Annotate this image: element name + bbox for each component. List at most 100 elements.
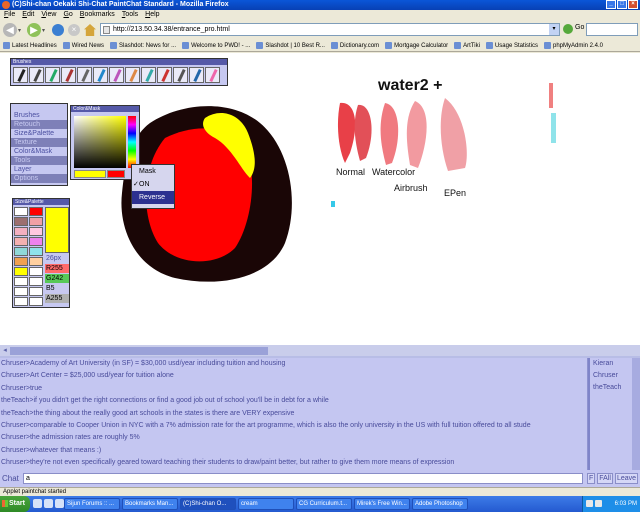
url-bar[interactable]: http://213.50.34.38/entrance_pro.html ▾: [100, 23, 560, 36]
leave-button[interactable]: Leave: [614, 473, 639, 484]
go-button[interactable]: Go: [575, 24, 584, 31]
current-color-swatch[interactable]: [74, 170, 106, 178]
brush-tool-icon[interactable]: [93, 67, 108, 83]
palette-swatch[interactable]: [14, 247, 28, 256]
panel-menu-options[interactable]: Options: [11, 174, 67, 183]
taskbar-item[interactable]: Sijun Forums :: ...: [64, 498, 120, 510]
context-mask[interactable]: Mask: [132, 165, 174, 178]
user-list-scrollbar[interactable]: [632, 358, 640, 470]
green-channel-slider[interactable]: G242: [45, 274, 69, 283]
palette-swatch[interactable]: [29, 277, 43, 286]
start-button[interactable]: Start: [0, 496, 30, 512]
menu-file[interactable]: File: [4, 10, 15, 20]
taskbar-item[interactable]: CG Curriculum.t...: [296, 498, 352, 510]
bookmark-item[interactable]: Slashdot | 10 Best R...: [256, 40, 325, 51]
palette-swatch[interactable]: [14, 227, 28, 236]
scrollbar-thumb[interactable]: [10, 347, 268, 355]
brush-tool-icon[interactable]: [61, 67, 76, 83]
panel-menu-color-mask[interactable]: Color&Mask: [11, 147, 67, 156]
color-picker-square[interactable]: [74, 116, 126, 168]
red-channel-slider[interactable]: R255: [45, 264, 69, 273]
bookmark-item[interactable]: Wired News: [62, 40, 104, 51]
tray-volume-icon[interactable]: [595, 500, 602, 507]
chat-input[interactable]: a: [23, 473, 583, 484]
panel-menu-tools[interactable]: Tools: [11, 156, 67, 165]
f-button[interactable]: F: [587, 473, 596, 484]
media-launch-icon[interactable]: [55, 499, 64, 508]
palette-swatch[interactable]: [14, 217, 28, 226]
bookmark-item[interactable]: Mortgage Calculator: [385, 40, 448, 51]
url-dropdown-icon[interactable]: ▾: [549, 24, 559, 35]
menu-edit[interactable]: Edit: [22, 10, 34, 20]
palette-swatch[interactable]: [29, 257, 43, 266]
panel-menu-retouch[interactable]: Retouch: [11, 120, 67, 129]
bookmark-item[interactable]: Latest Headlines: [3, 40, 57, 51]
palette-swatch[interactable]: [29, 207, 43, 216]
palette-swatch[interactable]: [14, 237, 28, 246]
brush-tool-icon[interactable]: [125, 67, 140, 83]
bookmark-item[interactable]: Welcome to PWD! - ...: [182, 40, 250, 51]
minimize-button[interactable]: _: [606, 0, 616, 9]
palette-swatch[interactable]: [29, 297, 43, 306]
brush-tool-icon[interactable]: [29, 67, 44, 83]
panel-menu-texture[interactable]: Texture: [11, 138, 67, 147]
palette-swatch[interactable]: [14, 297, 28, 306]
reload-icon[interactable]: [52, 24, 64, 36]
palette-swatch[interactable]: [29, 287, 43, 296]
bookmark-item[interactable]: Usage Statistics: [485, 40, 538, 51]
stop-icon[interactable]: ×: [68, 24, 80, 36]
palette-swatch[interactable]: [29, 217, 43, 226]
palette-swatch[interactable]: [29, 247, 43, 256]
brush-tool-icon[interactable]: [189, 67, 204, 83]
brush-tool-icon[interactable]: [45, 67, 60, 83]
blue-channel-slider[interactable]: B5: [45, 284, 69, 293]
palette-swatch[interactable]: [29, 237, 43, 246]
mask-color-swatch[interactable]: [107, 170, 125, 178]
menu-tools[interactable]: Tools: [122, 10, 138, 20]
context-on[interactable]: ✓ ON: [132, 178, 174, 191]
menu-bookmarks[interactable]: Bookmarks: [80, 10, 115, 20]
brush-tool-icon[interactable]: [205, 67, 220, 83]
taskbar-item[interactable]: Adobe Photoshop: [412, 498, 468, 510]
palette-swatch[interactable]: [14, 287, 28, 296]
menu-help[interactable]: Help: [145, 10, 159, 20]
brush-tool-icon[interactable]: [141, 67, 156, 83]
panel-menu-brushes[interactable]: Brushes: [11, 111, 67, 120]
palette-swatch[interactable]: [14, 257, 28, 266]
tray-network-icon[interactable]: [586, 500, 593, 507]
home-icon[interactable]: [84, 24, 96, 36]
forward-dropdown-icon[interactable]: ▾: [42, 27, 48, 34]
panel-menu-size-palette[interactable]: Size&Palette: [11, 129, 67, 138]
context-reverse[interactable]: Reverse: [132, 191, 174, 204]
palette-swatch[interactable]: [29, 267, 43, 276]
back-icon[interactable]: ◀: [3, 23, 17, 37]
menu-view[interactable]: View: [41, 10, 56, 20]
user-item[interactable]: Chruser: [593, 370, 632, 382]
menu-go[interactable]: Go: [63, 10, 72, 20]
brush-size-value[interactable]: 26px: [45, 254, 69, 263]
close-button[interactable]: ×: [628, 0, 638, 9]
brush-tool-icon[interactable]: [77, 67, 92, 83]
panel-menu-layer[interactable]: Layer: [11, 165, 67, 174]
bookmark-item[interactable]: phpMyAdmin 2.4.0: [543, 40, 603, 51]
alpha-channel-slider[interactable]: A255: [45, 294, 69, 303]
browser-launch-icon[interactable]: [44, 499, 53, 508]
taskbar-item[interactable]: Bookmarks Man...: [122, 498, 178, 510]
show-desktop-icon[interactable]: [33, 499, 42, 508]
user-item[interactable]: Kieran: [593, 358, 632, 370]
maximize-button[interactable]: □: [617, 0, 627, 9]
bookmark-item[interactable]: ArtTiki: [454, 40, 480, 51]
back-dropdown-icon[interactable]: ▾: [18, 27, 24, 34]
brush-tool-icon[interactable]: [13, 67, 28, 83]
search-input[interactable]: [586, 23, 638, 36]
palette-swatch[interactable]: [14, 267, 28, 276]
palette-swatch[interactable]: [29, 227, 43, 236]
fall-button[interactable]: FAll: [597, 473, 613, 484]
taskbar-item[interactable]: Mirek's Free Win...: [354, 498, 410, 510]
brush-tool-icon[interactable]: [157, 67, 172, 83]
forward-icon[interactable]: ▶: [27, 23, 41, 37]
hue-slider[interactable]: [128, 116, 136, 168]
bookmark-item[interactable]: Dictionary.com: [330, 40, 379, 51]
palette-swatch[interactable]: [14, 277, 28, 286]
scroll-left-icon[interactable]: ◂: [1, 346, 9, 356]
